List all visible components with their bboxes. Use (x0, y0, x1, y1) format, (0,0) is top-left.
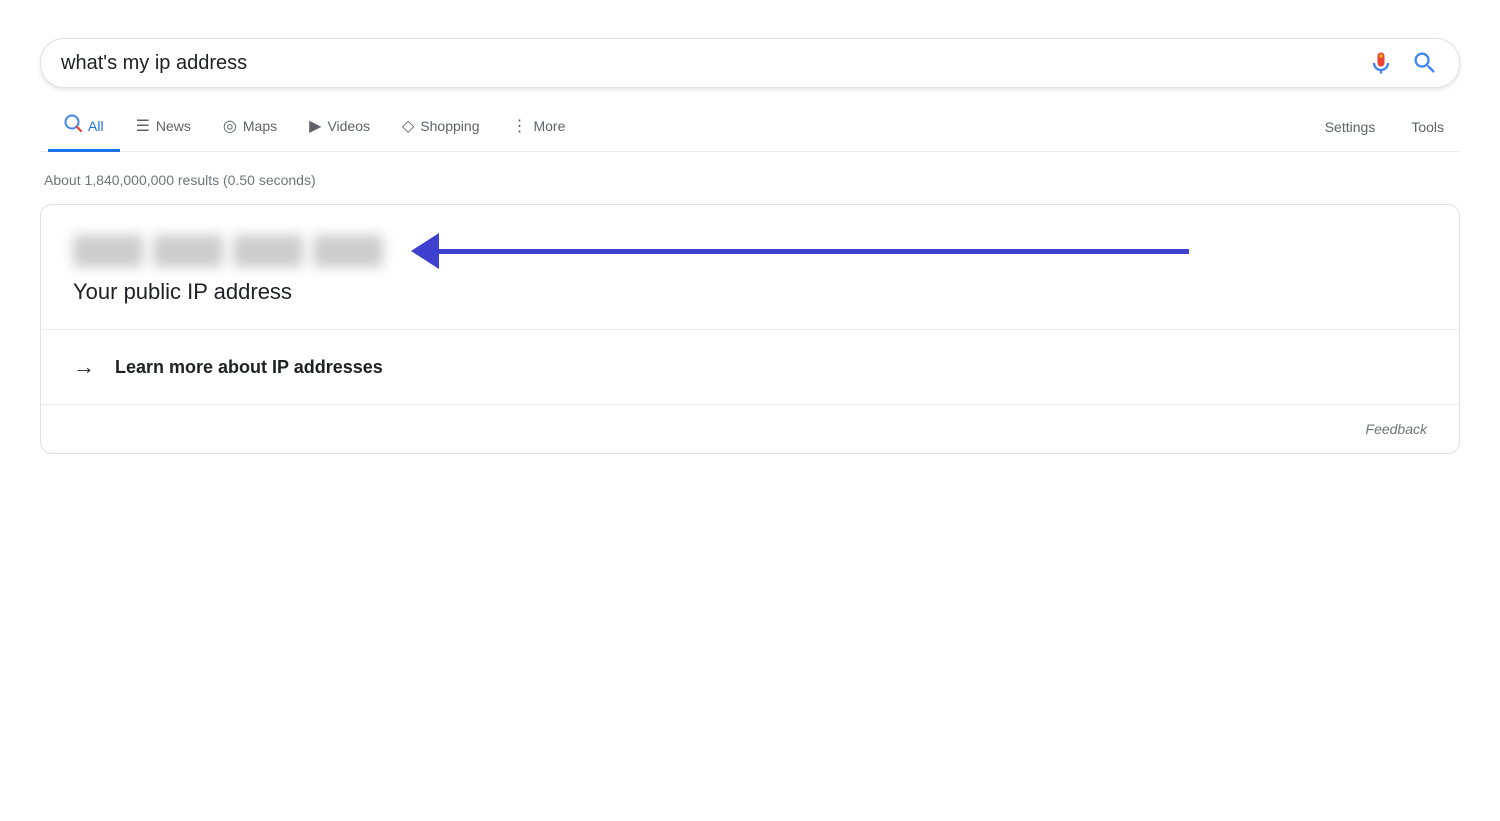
all-icon (64, 114, 82, 137)
ip-blurred-display (73, 235, 383, 267)
tab-videos-label: Videos (327, 118, 370, 134)
learn-more-section[interactable]: → Learn more about IP addresses (41, 330, 1459, 405)
nav-tabs: All ☰ News ◎ Maps ▶ Videos ◇ Shopping ⋮ … (40, 104, 1460, 152)
feedback-section: Feedback (41, 405, 1459, 453)
tab-maps[interactable]: ◎ Maps (207, 106, 293, 151)
nav-right-group: Settings Tools (1309, 109, 1460, 147)
feedback-link[interactable]: Feedback (1366, 421, 1427, 437)
search-bar: what's my ip address (40, 38, 1460, 88)
tab-all[interactable]: All (48, 104, 120, 152)
search-submit-icon[interactable] (1411, 49, 1439, 77)
tab-news-label: News (156, 118, 191, 134)
tab-maps-label: Maps (243, 118, 277, 134)
ip-block-4 (313, 235, 383, 267)
ip-block-3 (233, 235, 303, 267)
videos-icon: ▶ (309, 116, 321, 136)
ip-section: Your public IP address (41, 205, 1459, 330)
tools-link[interactable]: Tools (1395, 109, 1460, 147)
ip-display-row (73, 233, 1427, 269)
tab-shopping-label: Shopping (420, 118, 479, 134)
settings-link[interactable]: Settings (1309, 109, 1392, 147)
maps-icon: ◎ (223, 116, 237, 136)
tab-shopping[interactable]: ◇ Shopping (386, 106, 495, 151)
search-input[interactable]: what's my ip address (61, 52, 1367, 75)
arrow-line (439, 249, 1189, 254)
ip-block-2 (153, 235, 223, 267)
results-count: About 1,840,000,000 results (0.50 second… (40, 172, 1460, 188)
mic-icon[interactable] (1367, 49, 1395, 77)
search-icon-group (1367, 49, 1439, 77)
tab-more-label: More (533, 118, 565, 134)
ip-result-card: Your public IP address → Learn more abou… (40, 204, 1460, 454)
news-icon: ☰ (136, 116, 150, 136)
shopping-icon: ◇ (402, 116, 414, 136)
arrow-head (411, 233, 439, 269)
tab-more[interactable]: ⋮ More (495, 106, 581, 151)
learn-more-arrow-icon: → (73, 354, 95, 380)
tab-all-label: All (88, 118, 104, 134)
tab-videos[interactable]: ▶ Videos (293, 106, 386, 151)
learn-more-text: Learn more about IP addresses (115, 357, 383, 378)
ip-label: Your public IP address (73, 279, 1427, 305)
arrow-container (383, 233, 1427, 269)
more-icon: ⋮ (511, 116, 527, 136)
tab-news[interactable]: ☰ News (120, 106, 207, 151)
ip-block-1 (73, 235, 143, 267)
